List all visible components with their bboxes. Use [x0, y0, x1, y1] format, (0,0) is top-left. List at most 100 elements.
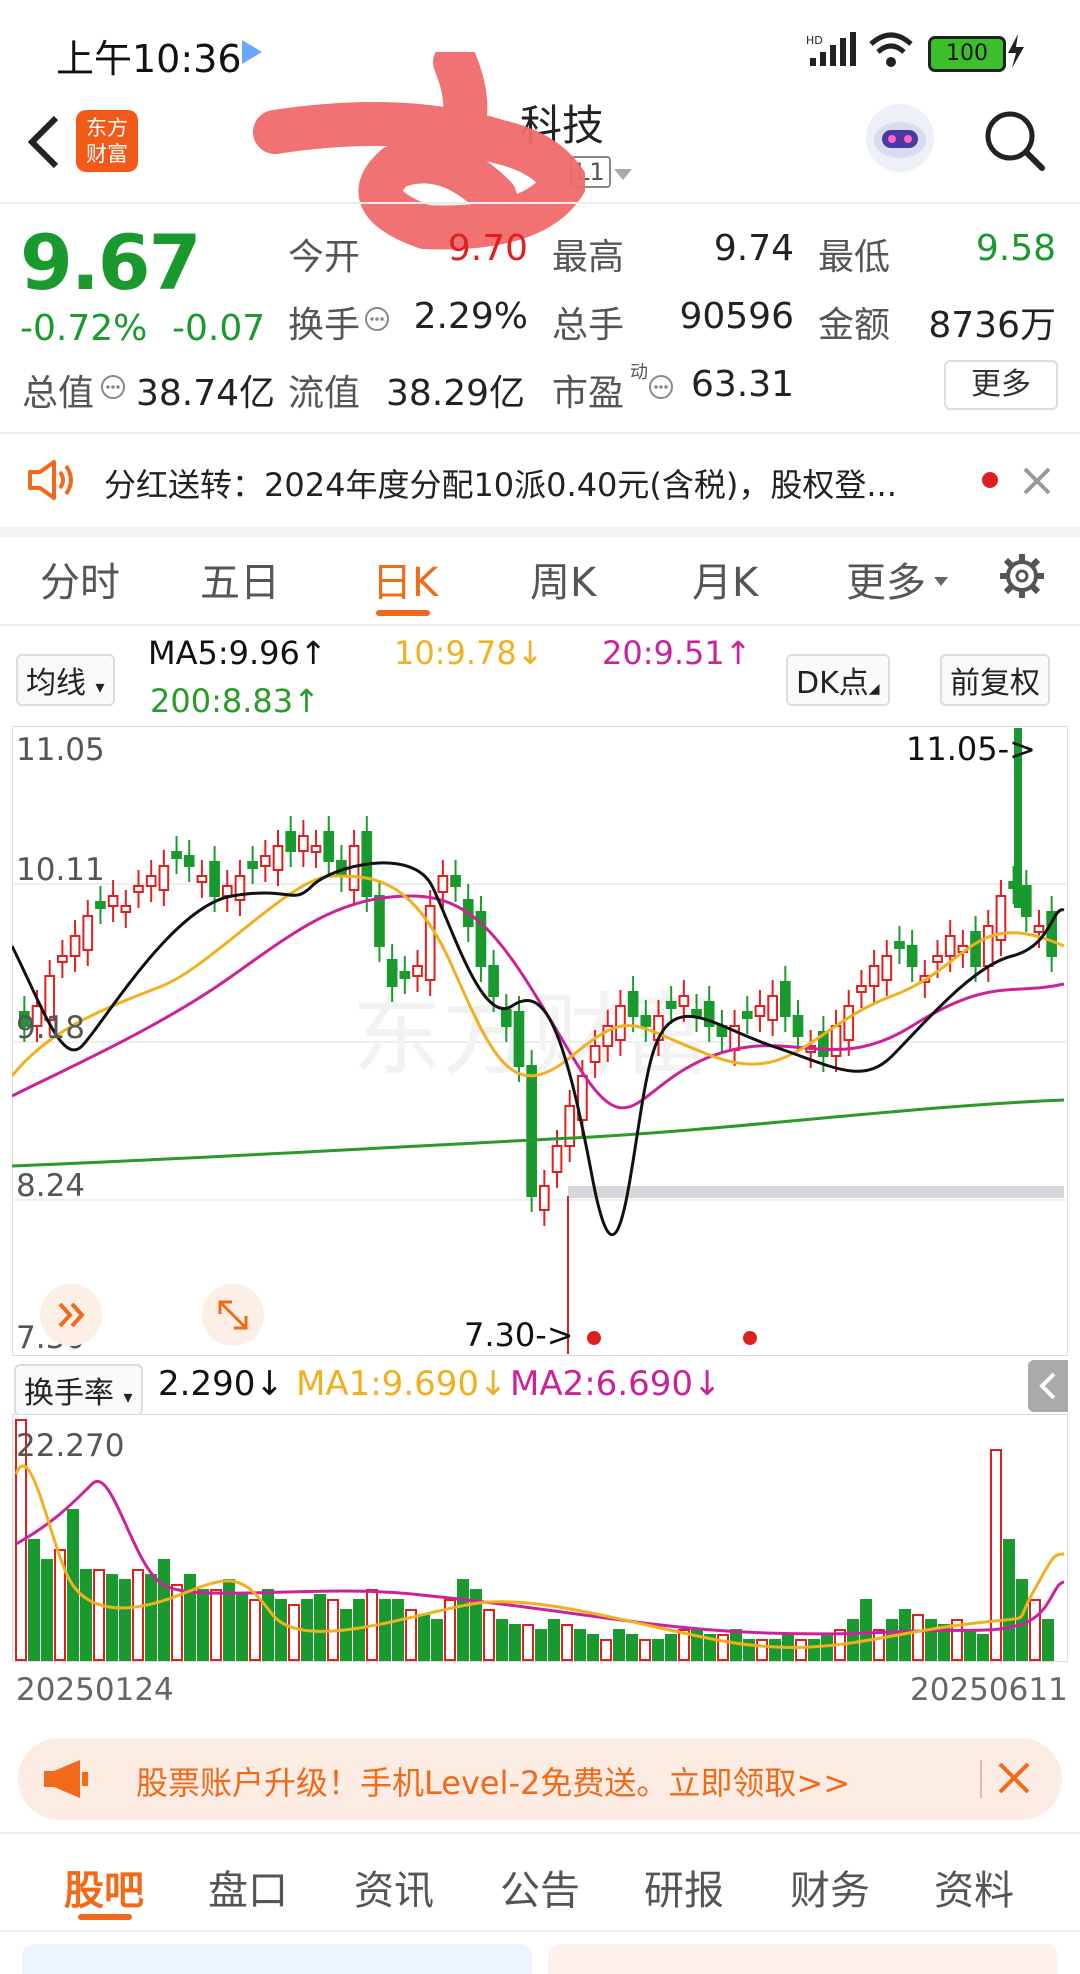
- tab-guba[interactable]: 股吧: [64, 1858, 144, 1916]
- high-marker: 11.05->: [906, 730, 1036, 768]
- tab-order-book[interactable]: 盘口: [208, 1858, 288, 1916]
- back-button[interactable]: [20, 112, 70, 172]
- pe-value: 63.31: [690, 364, 794, 405]
- candle-body: [830, 1025, 842, 1057]
- app-logo-text-2: 财富: [86, 142, 128, 166]
- tab-research[interactable]: 研报: [644, 1858, 724, 1916]
- turnover-bar: [106, 1574, 118, 1661]
- turnover-chart[interactable]: [11, 1413, 1069, 1663]
- tab-daily-k[interactable]: 日K: [372, 550, 438, 608]
- turnover-bar: [847, 1619, 859, 1661]
- candle-body: [247, 861, 258, 869]
- candle-body: [221, 885, 233, 897]
- turnover-bar: [93, 1569, 105, 1661]
- turnover-bar: [1003, 1539, 1015, 1661]
- open-label: 今开: [288, 237, 361, 278]
- turnover-bar: [717, 1634, 729, 1661]
- tab-five-day[interactable]: 五日: [200, 550, 280, 608]
- dk-button[interactable]: DK点◢: [786, 654, 890, 706]
- high-label: 最高: [552, 237, 625, 278]
- tab-weekly-k[interactable]: 周K: [530, 550, 596, 608]
- collapse-panel-button[interactable]: [1028, 1360, 1068, 1412]
- candle-body: [183, 855, 195, 867]
- close-icon[interactable]: [1022, 466, 1052, 500]
- chevron-down-icon: [614, 166, 632, 185]
- dk-button-label: DK点: [796, 666, 869, 701]
- turnover-bar: [522, 1624, 534, 1661]
- turnover-bar: [496, 1619, 508, 1661]
- search-icon[interactable]: [982, 108, 1046, 172]
- tab-financials[interactable]: 财务: [790, 1858, 870, 1916]
- candle-body: [982, 925, 994, 967]
- notice-dot: [982, 472, 998, 488]
- ma5-value: MA5:9.96↑: [148, 634, 327, 672]
- candle-body: [754, 1005, 766, 1017]
- turnover-bar: [626, 1634, 638, 1661]
- candle-body: [1033, 925, 1045, 933]
- tab-active-indicator: [376, 610, 430, 616]
- promo-banner[interactable]: 股票账户升级！手机Level-2免费送。立即领取>>: [18, 1738, 1062, 1820]
- tab-announcements[interactable]: 公告: [500, 1858, 580, 1916]
- candle-body: [209, 861, 220, 897]
- volume-value: 90596: [679, 296, 794, 337]
- turnover-bar: [509, 1624, 521, 1661]
- adjust-button[interactable]: 前复权: [940, 654, 1050, 706]
- candle-body: [526, 1065, 538, 1197]
- candle-body: [856, 985, 867, 993]
- turnover-bar: [756, 1639, 768, 1661]
- svg-text:HD: HD: [806, 34, 823, 47]
- ma20-value: 20:9.51↑: [602, 634, 752, 672]
- ma-select[interactable]: 均线 ▾: [16, 654, 115, 706]
- tab-monthly-k[interactable]: 月K: [692, 550, 758, 608]
- turnover-bar: [379, 1599, 391, 1661]
- turnover-bar: [665, 1634, 677, 1661]
- candle-body: [868, 965, 880, 987]
- candle-body: [894, 941, 905, 949]
- candle-body: [615, 1005, 626, 1041]
- turnover-bar: [262, 1589, 274, 1661]
- app-logo: 东方 财富: [76, 110, 138, 172]
- candle-body: [272, 845, 284, 871]
- tab-intraday[interactable]: 分时: [40, 550, 120, 608]
- pe-superscript: 动: [630, 362, 648, 383]
- info-icon[interactable]: [100, 374, 126, 404]
- indicator-select[interactable]: 换手率 ▾: [14, 1364, 143, 1416]
- fullscreen-icon[interactable]: [202, 1284, 264, 1346]
- kline-chart[interactable]: 东方财富: [10, 725, 1069, 1357]
- turnover-bar: [392, 1599, 404, 1661]
- turnover-label: 换手: [288, 305, 361, 346]
- turnover-bar: [613, 1629, 625, 1661]
- turnover-bar: [925, 1619, 937, 1661]
- info-icon[interactable]: [648, 374, 674, 404]
- tab-more[interactable]: 更多: [846, 550, 926, 608]
- pe-label: 市盈: [552, 373, 625, 414]
- robot-avatar[interactable]: [862, 100, 938, 176]
- promo-text: 股票账户升级！手机Level-2免费送。立即领取>>: [136, 1764, 851, 1802]
- more-button[interactable]: 更多: [944, 360, 1058, 410]
- turnover-bar: [184, 1574, 196, 1661]
- turnover-bar: [808, 1639, 820, 1661]
- ma200-value: 200:8.83↑: [150, 682, 320, 720]
- volume-label: 总手: [552, 305, 625, 346]
- candle-body: [196, 875, 208, 883]
- current-price: 9.67: [20, 218, 202, 307]
- tab-news[interactable]: 资讯: [354, 1858, 434, 1916]
- turnover-bar: [600, 1639, 612, 1661]
- candle-body: [310, 845, 322, 853]
- low-marker: 7.30->: [464, 1316, 574, 1354]
- charging-icon: [1006, 34, 1026, 72]
- tab-profile[interactable]: 资料: [934, 1858, 1014, 1916]
- close-icon[interactable]: [996, 1760, 1032, 1800]
- candle-body: [95, 901, 106, 909]
- turnover-bar: [561, 1624, 573, 1661]
- info-icon[interactable]: [364, 306, 390, 336]
- gear-icon[interactable]: [998, 552, 1046, 604]
- candle-body: [171, 851, 182, 859]
- expand-left-button[interactable]: [40, 1284, 102, 1346]
- turnover-bar: [236, 1594, 248, 1661]
- candle-body: [539, 1185, 550, 1211]
- turnover-bar: [587, 1634, 599, 1661]
- dividend-notice[interactable]: 分红送转：2024年度分配10派0.40元(含税)，股权登...: [104, 460, 897, 506]
- candle-body: [450, 875, 461, 887]
- candle-body: [741, 1011, 753, 1019]
